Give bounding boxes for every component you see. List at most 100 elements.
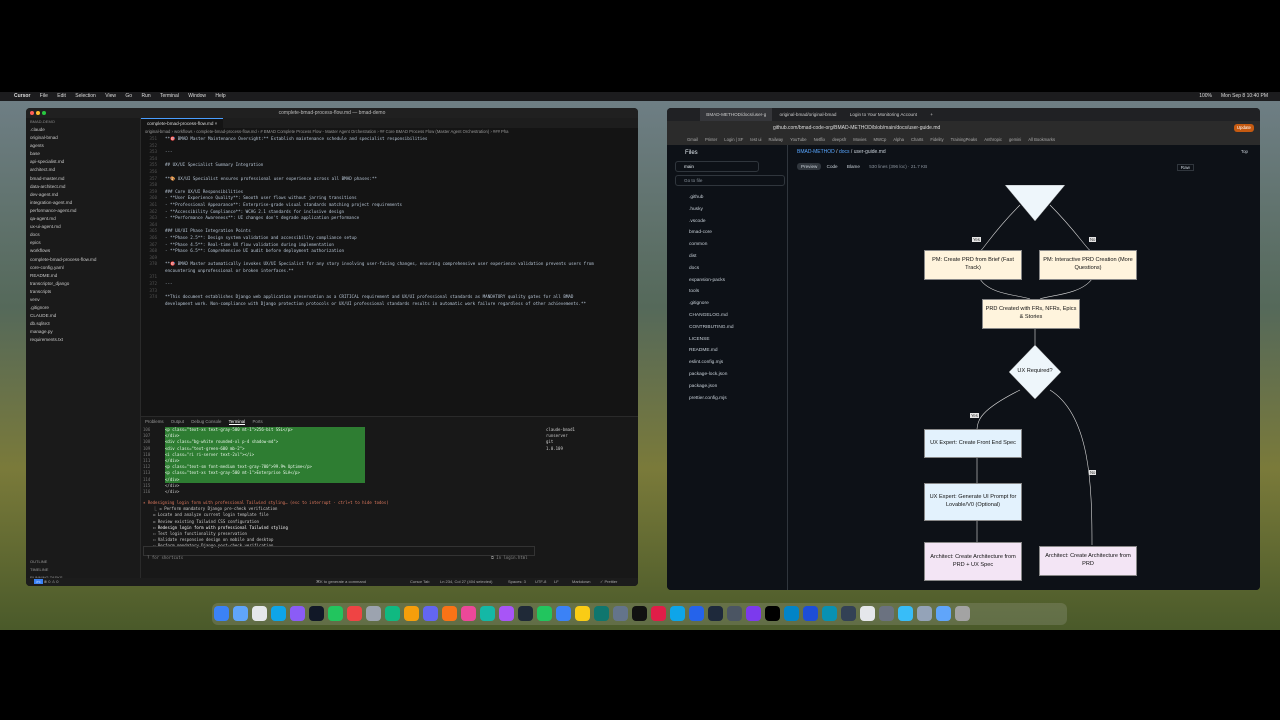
dock-app-icon[interactable]: [309, 606, 324, 621]
dock-app-icon[interactable]: [480, 606, 495, 621]
bookmark-item[interactable]: deepsfr: [832, 137, 846, 142]
repo-file-item[interactable]: LICENSE: [667, 334, 787, 346]
close-tab-icon[interactable]: ×: [215, 121, 218, 126]
panel-tab-output[interactable]: Output: [171, 419, 184, 424]
code-content[interactable]: 351 **🎯 BMAD Master Maintenance Oversight…: [141, 136, 638, 307]
bookmark-item[interactable]: Alpha: [893, 137, 904, 142]
status-cursor-tab[interactable]: Cursor Tab: [410, 578, 430, 586]
problems-count[interactable]: ⊗ 0 ⚠ 0: [44, 579, 59, 584]
bookmark-item[interactable]: Netflix: [814, 137, 826, 142]
dock-app-icon[interactable]: [803, 606, 818, 621]
menu-item-view[interactable]: View: [105, 93, 116, 99]
tab-code[interactable]: Code: [823, 163, 842, 170]
explorer-item[interactable]: manage.py: [30, 328, 140, 336]
menu-item-terminal[interactable]: Terminal: [160, 93, 179, 99]
menu-item-go[interactable]: Go: [125, 93, 132, 99]
new-tab-button[interactable]: +: [924, 108, 939, 121]
dock-app-icon[interactable]: [879, 606, 894, 621]
repo-link[interactable]: BMAD-METHOD: [797, 149, 835, 155]
bookmark-item[interactable]: Charts: [911, 137, 923, 142]
minimize-window-button[interactable]: [36, 111, 40, 115]
dock-app-icon[interactable]: [689, 606, 704, 621]
explorer-item[interactable]: performance-agent.md: [30, 207, 140, 215]
dock-app-icon[interactable]: [537, 606, 552, 621]
dock-app-icon[interactable]: [651, 606, 666, 621]
dock-app-icon[interactable]: [727, 606, 742, 621]
explorer-item[interactable]: README.md: [30, 272, 140, 280]
dock-app-icon[interactable]: [860, 606, 875, 621]
browser-tab-original-bmad[interactable]: original-bmad/original-bmad: [774, 108, 843, 121]
menu-item-cursor[interactable]: Cursor: [14, 93, 30, 99]
dock-app-icon[interactable]: [670, 606, 685, 621]
dock-app-icon[interactable]: [328, 606, 343, 621]
close-window-button[interactable]: [30, 111, 34, 115]
dock-app-icon[interactable]: [404, 606, 419, 621]
bookmark-item[interactable]: Fidelity: [930, 137, 943, 142]
explorer-item[interactable]: epics: [30, 239, 140, 247]
dock-app-icon[interactable]: [347, 606, 362, 621]
dock-app-icon[interactable]: [366, 606, 381, 621]
terminal-output[interactable]: 106 <p class="text-xs text-gray-500 mt-1"…: [143, 427, 533, 495]
explorer-item[interactable]: .claude: [30, 126, 140, 134]
top-button[interactable]: Top: [1241, 149, 1248, 154]
explorer-item[interactable]: transcriptor_django: [30, 280, 140, 288]
dir-link[interactable]: docs: [839, 149, 850, 155]
bookmark-item[interactable]: Railway: [768, 137, 783, 142]
repo-file-item[interactable]: README.md: [667, 345, 787, 357]
panel-tab-debug-console[interactable]: Debug Console: [191, 419, 221, 424]
dock-app-icon[interactable]: [252, 606, 267, 621]
dock-app-icon[interactable]: [955, 606, 970, 621]
raw-button[interactable]: Raw: [1176, 164, 1194, 171]
repo-file-item[interactable]: CHANGELOG.md: [667, 310, 787, 322]
outline-section[interactable]: OUTLINE: [30, 558, 63, 566]
status-language[interactable]: Markdown: [572, 578, 590, 586]
explorer-item[interactable]: CLAUDE.md: [30, 312, 140, 320]
panel-tab-ports[interactable]: Ports: [252, 419, 262, 424]
explorer-item[interactable]: bmad-master.md: [30, 175, 140, 183]
explorer-item[interactable]: ux-ui-agent.md: [30, 223, 140, 231]
browser-tab-login[interactable]: Login to Your Monitoring Account: [844, 108, 923, 121]
browser-tab-user-guide[interactable]: BMAD-METHOD/docs/user-g: [700, 108, 773, 121]
dock-app-icon[interactable]: [898, 606, 913, 621]
explorer-item[interactable]: dev-agent.md: [30, 191, 140, 199]
tab-blame[interactable]: Blame: [843, 163, 864, 170]
claude-prompt-input[interactable]: [143, 546, 535, 556]
explorer-item[interactable]: base: [30, 150, 140, 158]
repo-file-item[interactable]: .gitignore: [667, 298, 787, 310]
explorer-item[interactable]: db.sqlite3: [30, 320, 140, 328]
menu-item-help[interactable]: Help: [215, 93, 225, 99]
menu-item-selection[interactable]: Selection: [75, 93, 96, 99]
dock-app-icon[interactable]: [594, 606, 609, 621]
explorer-item[interactable]: .gitignore: [30, 304, 140, 312]
dock-app-icon[interactable]: [936, 606, 951, 621]
dock-app-icon[interactable]: [841, 606, 856, 621]
panel-tab-problems[interactable]: Problems: [145, 419, 164, 424]
go-to-file-input[interactable]: Go to file: [675, 175, 785, 186]
bookmark-item[interactable]: MWCp: [874, 137, 887, 142]
timeline-section[interactable]: TIMELINE: [30, 566, 63, 574]
explorer-item[interactable]: venv: [30, 296, 140, 304]
dock-app-icon[interactable]: [556, 606, 571, 621]
repo-file-item[interactable]: docs: [667, 263, 787, 275]
status-encoding[interactable]: UTF-8: [535, 578, 546, 586]
bookmark-item[interactable]: test ui: [750, 137, 761, 142]
bookmark-item[interactable]: Printer: [705, 137, 717, 142]
repo-file-item[interactable]: prettier.config.mjs: [667, 393, 787, 405]
explorer-item[interactable]: workflows: [30, 247, 140, 255]
explorer-item[interactable]: core-config.yaml: [30, 264, 140, 272]
update-button[interactable]: Update: [1233, 124, 1254, 132]
repo-file-item[interactable]: .github: [667, 192, 787, 204]
status-spaces[interactable]: Spaces: 3: [508, 578, 526, 586]
explorer-item[interactable]: api-specialist.md: [30, 158, 140, 166]
explorer-item[interactable]: data-architect.md: [30, 183, 140, 191]
dock-app-icon[interactable]: [461, 606, 476, 621]
explorer-item[interactable]: complete-bmad-process-flow.md: [30, 256, 140, 264]
menu-item-edit[interactable]: Edit: [57, 93, 66, 99]
repo-file-item[interactable]: common: [667, 239, 787, 251]
repo-file-item[interactable]: package-lock.json: [667, 369, 787, 381]
bookmark-item[interactable]: All Bookmarks: [1028, 137, 1055, 142]
terminal-instance[interactable]: 1.0.109: [546, 446, 636, 452]
bookmark-item[interactable]: Movies: [853, 137, 866, 142]
url-text[interactable]: github.com/bmad-code-org/BMAD-METHOD/blo…: [773, 125, 940, 131]
explorer-item[interactable]: integration-agent.md: [30, 199, 140, 207]
